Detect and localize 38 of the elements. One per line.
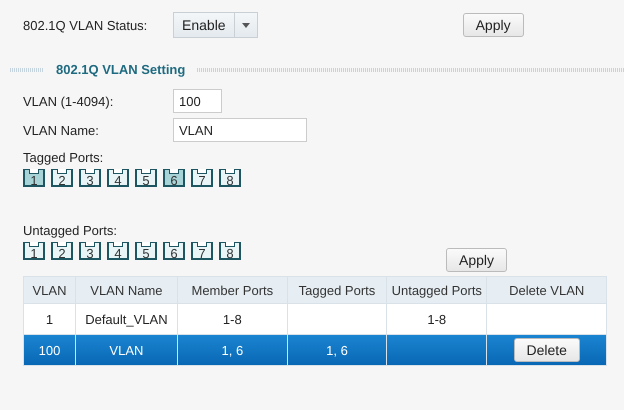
port-toggle[interactable]: 8 <box>219 242 241 260</box>
port-toggle[interactable]: 4 <box>107 242 129 260</box>
port-toggle[interactable]: 5 <box>135 169 157 187</box>
vlan-name-field[interactable]: VLAN <box>173 118 307 142</box>
port-toggle[interactable]: 7 <box>191 169 213 187</box>
port-toggle[interactable]: 2 <box>51 242 73 260</box>
field-label: Tagged Ports: <box>23 150 104 165</box>
port-toggle[interactable]: 1 <box>23 242 45 260</box>
table-cell: 1, 6 <box>287 334 387 366</box>
column-header: Tagged Ports <box>287 276 387 304</box>
section-title: 802.1Q VLAN Setting <box>56 62 186 77</box>
port-toggle[interactable]: 8 <box>219 169 241 187</box>
port-toggle[interactable]: 2 <box>51 169 73 187</box>
port-toggle[interactable]: 5 <box>135 242 157 260</box>
table-cell: 1, 6 <box>177 334 288 366</box>
port-toggle[interactable]: 3 <box>79 169 101 187</box>
delete-button[interactable]: Delete <box>514 338 580 362</box>
field-label: VLAN (1-4094): <box>23 94 114 108</box>
column-header: Member Ports <box>177 276 288 304</box>
vlan-id-field[interactable]: 100 <box>173 89 222 113</box>
column-header: Untagged Ports <box>386 276 487 304</box>
port-toggle[interactable]: 7 <box>191 242 213 260</box>
column-header: VLAN <box>24 276 76 304</box>
port-toggle[interactable]: 1 <box>23 169 45 187</box>
field-label: VLAN Name: <box>23 122 100 138</box>
table-cell: 100 <box>24 334 76 366</box>
table-cell: VLAN <box>75 334 178 366</box>
apply-button[interactable]: Apply <box>462 13 524 37</box>
column-header: VLAN Name <box>75 276 178 304</box>
apply-button[interactable]: Apply <box>446 248 507 272</box>
port-toggle[interactable]: 4 <box>107 169 129 187</box>
status-dropdown[interactable]: Enable <box>173 12 258 38</box>
port-toggle[interactable]: 6 <box>163 169 185 187</box>
port-toggle[interactable]: 6 <box>163 242 185 260</box>
field-label: Untagged Ports: <box>23 223 117 238</box>
field-label: 802.1Q VLAN Status: <box>23 18 148 32</box>
column-header: Delete VLAN <box>486 276 606 304</box>
port-toggle[interactable]: 3 <box>79 242 101 260</box>
